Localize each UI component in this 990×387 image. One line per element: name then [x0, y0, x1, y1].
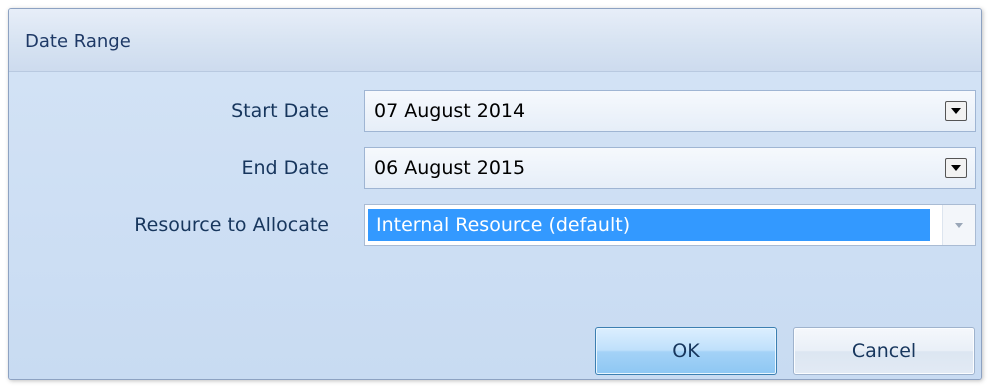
- resource-select[interactable]: Internal Resource (default): [364, 204, 976, 246]
- dialog-body: Start Date 07 August 2014 End Date 06 Au…: [9, 72, 981, 379]
- chevron-down-icon[interactable]: [945, 101, 967, 121]
- resource-value: Internal Resource (default): [376, 214, 631, 236]
- ok-button[interactable]: OK: [595, 327, 777, 375]
- dialog-titlebar: Date Range: [9, 9, 981, 72]
- end-date-value: 06 August 2015: [374, 157, 526, 179]
- start-date-value: 07 August 2014: [374, 100, 526, 122]
- end-date-picker[interactable]: 06 August 2015: [364, 147, 976, 189]
- dialog-title: Date Range: [25, 31, 131, 52]
- chevron-down-icon[interactable]: [945, 158, 967, 178]
- chevron-down-icon[interactable]: [942, 205, 975, 245]
- end-date-label: End Date: [241, 157, 329, 179]
- resource-label: Resource to Allocate: [134, 214, 329, 236]
- selection-highlight: Internal Resource (default): [368, 209, 930, 241]
- start-date-label: Start Date: [231, 100, 329, 122]
- date-range-dialog: Date Range Start Date 07 August 2014 End…: [8, 8, 982, 380]
- start-date-picker[interactable]: 07 August 2014: [364, 90, 976, 132]
- cancel-button[interactable]: Cancel: [793, 327, 975, 375]
